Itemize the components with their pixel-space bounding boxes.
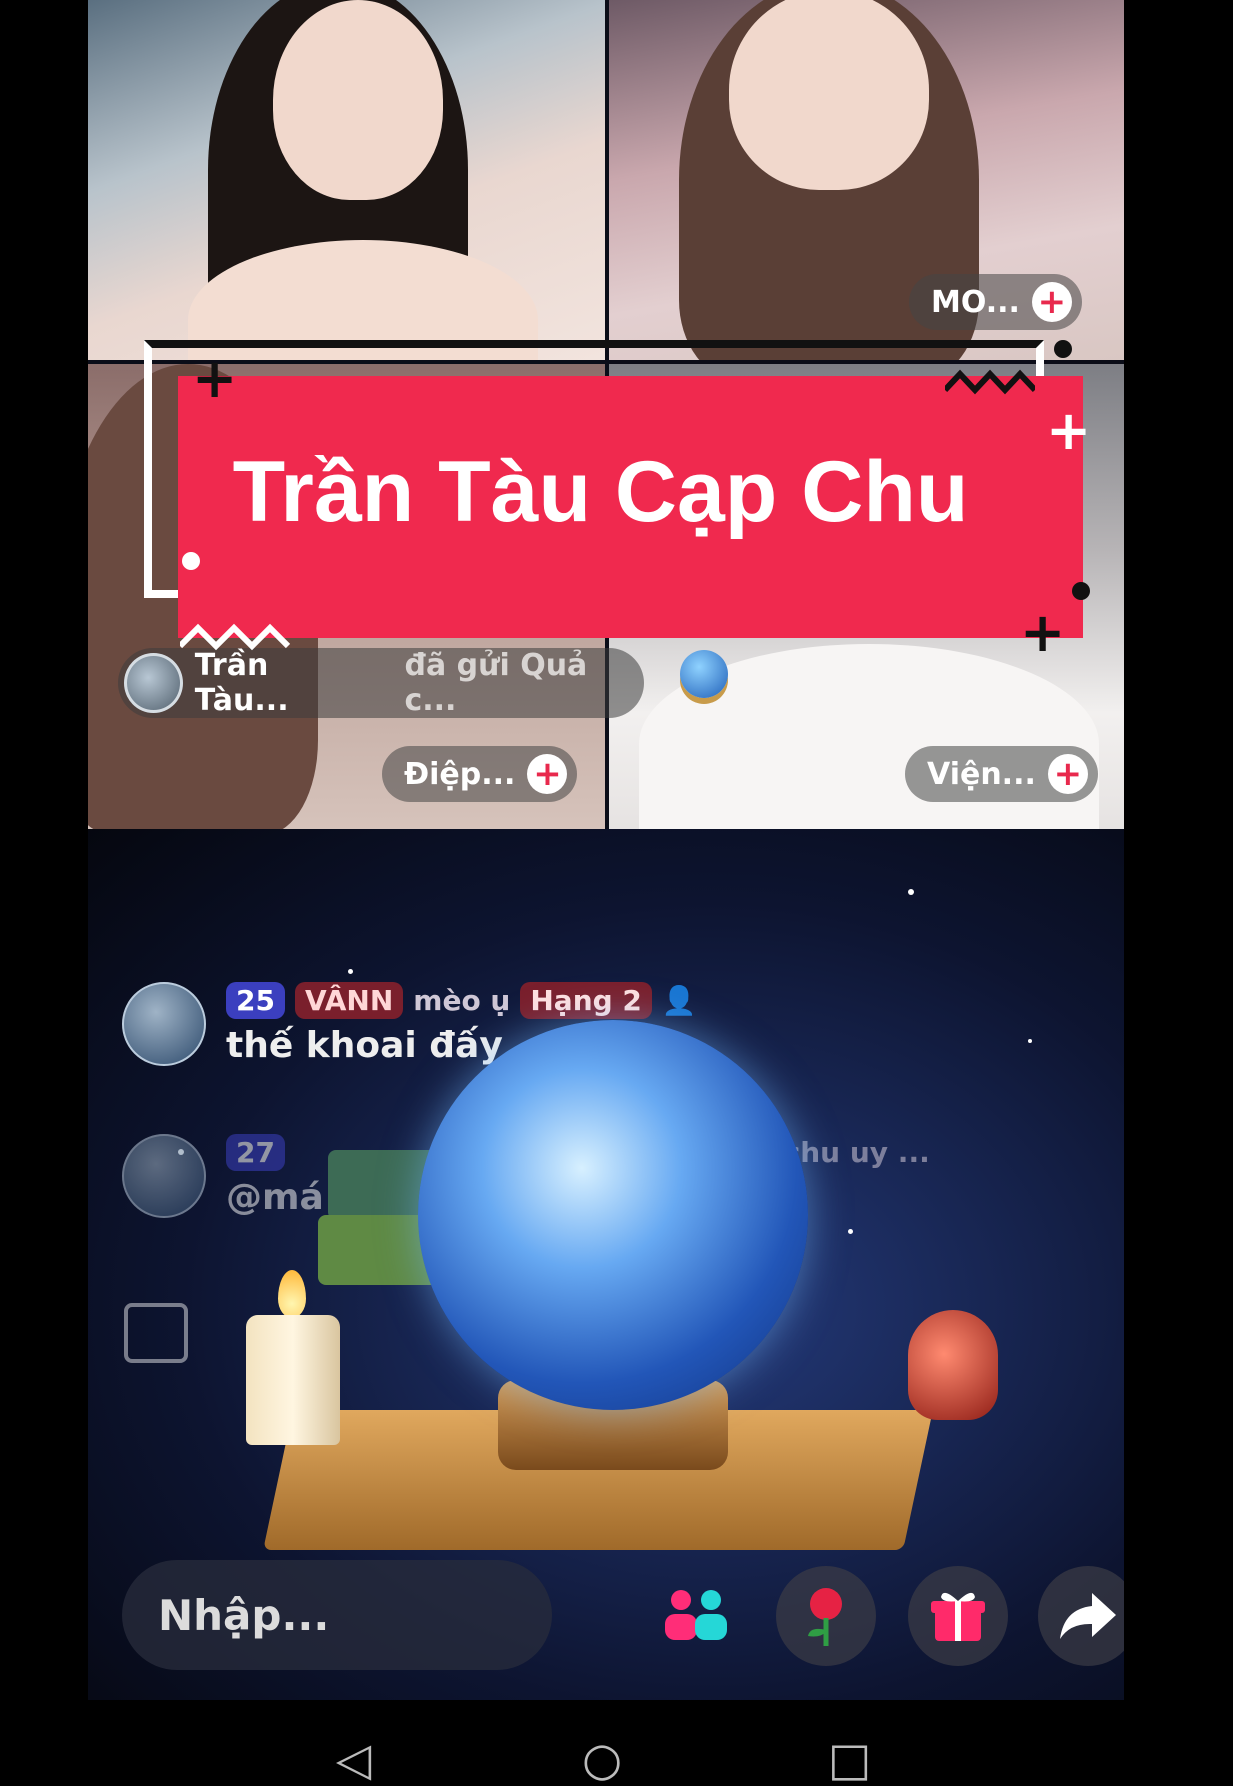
title-card: Trần Tàu Cạp Chu xyxy=(178,376,1083,638)
rank-badge: Hạng 2 xyxy=(520,982,652,1019)
follow-plus-icon[interactable]: + xyxy=(527,754,568,794)
tile-4-name: Viện... xyxy=(927,756,1036,792)
follow-plus-icon[interactable]: + xyxy=(1031,282,1072,322)
gift-sender-name: Trần Tàu... xyxy=(194,648,289,718)
title-text: Trần Tàu Cạp Chu xyxy=(232,443,969,540)
person-icon: 👤 xyxy=(661,984,697,1017)
avatar xyxy=(122,1134,206,1218)
chat-input[interactable]: Nhập... xyxy=(122,1560,552,1670)
level-badge: 25 xyxy=(226,982,285,1019)
follow-plus-icon[interactable]: + xyxy=(1047,754,1088,794)
dot-decoration-icon xyxy=(1054,340,1072,358)
avatar xyxy=(124,653,183,713)
level-badge: 27 xyxy=(226,1134,285,1171)
gift-icon[interactable] xyxy=(908,1566,1008,1666)
tile-4-name-pill[interactable]: Viện... + xyxy=(905,746,1098,802)
plus-decoration-icon: + xyxy=(1046,399,1092,462)
dot-decoration-icon xyxy=(182,552,200,570)
live-stream-frame: MO... + Điệp... + Viện... + Trần Tàu... … xyxy=(88,0,1124,1700)
home-icon[interactable]: ○ xyxy=(582,1736,622,1782)
zigzag-decoration-icon xyxy=(180,623,290,651)
people-icon[interactable] xyxy=(646,1566,746,1666)
fan-badge: VÂNN xyxy=(294,982,404,1019)
tile-3-name-pill[interactable]: Điệp... + xyxy=(382,746,578,802)
tile-3-name: Điệp... xyxy=(404,756,516,792)
chat-username: mèo ụ xyxy=(413,984,511,1017)
tile-2-name: MO... xyxy=(931,284,1020,320)
rose-icon[interactable] xyxy=(776,1566,876,1666)
video-tile-1[interactable] xyxy=(88,0,605,360)
dot-decoration-icon xyxy=(1072,582,1090,600)
video-tile-2[interactable]: MO... + xyxy=(609,0,1124,360)
recent-apps-icon[interactable]: □ xyxy=(828,1736,871,1782)
candle xyxy=(246,1315,340,1445)
plus-decoration-icon: + xyxy=(1020,601,1066,664)
potion-bottle xyxy=(908,1310,998,1420)
avatar xyxy=(122,982,206,1066)
tile-2-name-pill[interactable]: MO... + xyxy=(909,274,1082,330)
gift-icon xyxy=(124,1303,188,1363)
crystal-ball-gift-icon xyxy=(680,650,728,698)
back-icon[interactable]: ◁ xyxy=(336,1736,371,1782)
crystal-ball xyxy=(418,1020,808,1410)
gift-message: đã gửi Quả c... xyxy=(404,648,588,718)
gift-notification-banner: Trần Tàu... đã gửi Quả c... xyxy=(118,648,644,718)
zigzag-decoration-icon xyxy=(945,369,1035,395)
plus-decoration-icon: + xyxy=(192,347,238,410)
